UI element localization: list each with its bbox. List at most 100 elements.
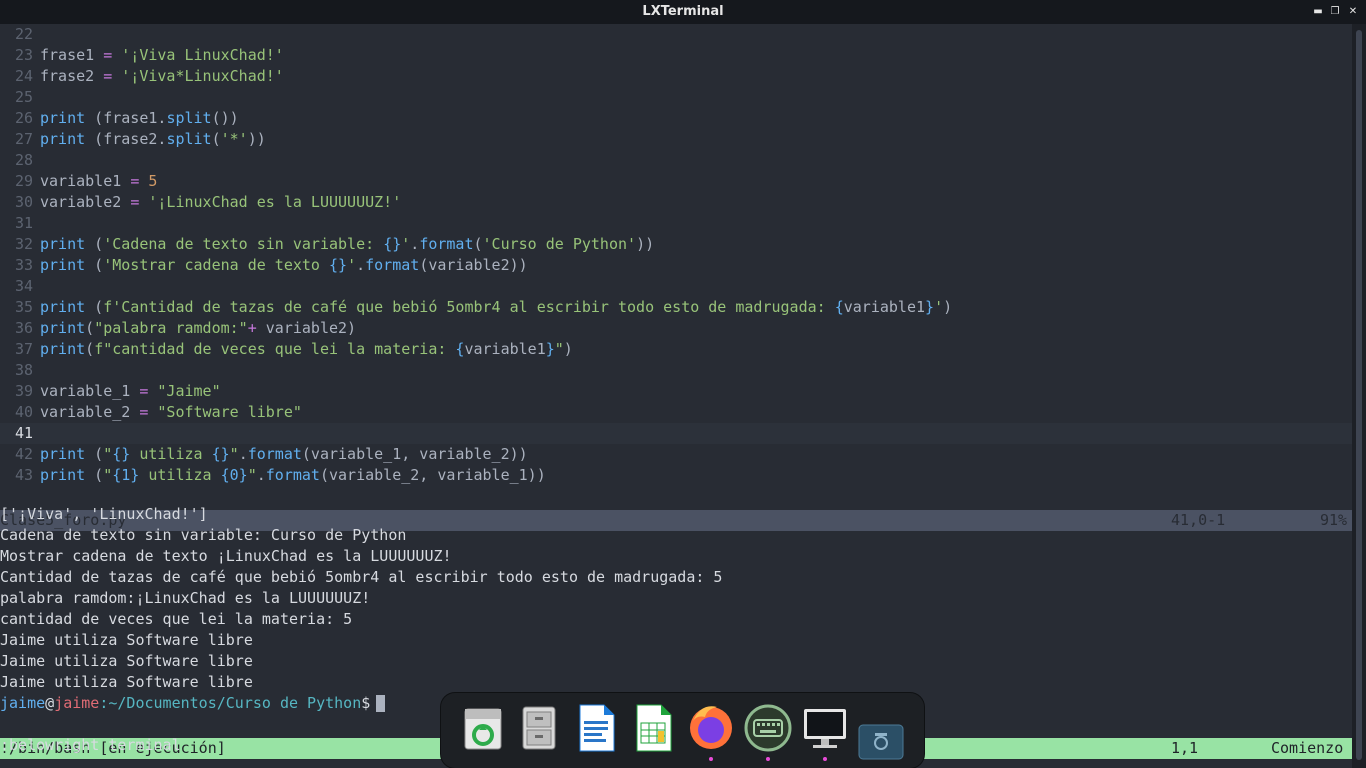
- application-dock: [441, 693, 924, 768]
- code-line[interactable]: 41: [0, 423, 1352, 444]
- prompt-symbol: $: [361, 694, 371, 712]
- code-token: print: [40, 298, 86, 316]
- code-line[interactable]: 28: [0, 150, 40, 171]
- prompt-path: :~/Documentos/Curso de Python: [99, 694, 362, 712]
- monitor-icon[interactable]: [801, 703, 849, 761]
- shell-prompt-line[interactable]: jaime@jaime:~/Documentos/Curso de Python…: [0, 693, 386, 714]
- output-line: Jaime utiliza Software libre: [0, 652, 253, 670]
- scrollbar-thumb[interactable]: [1356, 30, 1362, 760]
- keyboard-icon[interactable]: [744, 703, 792, 761]
- code-line[interactable]: 27 print (frase2.split('*')): [0, 129, 266, 150]
- code-token: variable_1: [40, 382, 140, 400]
- code-token: 'Cadena de texto sin variable:: [103, 235, 384, 253]
- code-token: (variable2)): [419, 256, 528, 274]
- code-line[interactable]: 39 variable_1 = "Jaime": [0, 381, 221, 402]
- code-line[interactable]: 43 print ("{1} utiliza {0}".format(variab…: [0, 465, 546, 486]
- code-token: ()): [211, 109, 239, 127]
- code-token: }: [925, 298, 935, 316]
- firefox-icon[interactable]: [687, 703, 735, 761]
- code-token: print: [40, 319, 86, 337]
- code-token: utiliza: [139, 466, 221, 484]
- line-number: 22: [14, 25, 33, 43]
- code-token: format: [365, 256, 420, 274]
- code-line[interactable]: 29 variable1 = 5: [0, 171, 157, 192]
- code-token: ": [103, 445, 113, 463]
- code-token: split: [166, 130, 212, 148]
- code-line[interactable]: 31: [0, 213, 40, 234]
- output-line: Mostrar cadena de texto ¡LinuxChad es la…: [0, 547, 452, 565]
- code-line[interactable]: 32 print ('Cadena de texto sin variable: …: [0, 234, 654, 255]
- line-number: 43: [14, 466, 33, 484]
- code-token: (variable_2, variable_1)): [319, 466, 546, 484]
- trash-icon[interactable]: [461, 703, 509, 755]
- code-token: 'Curso de Python': [482, 235, 637, 253]
- code-token: print: [40, 466, 86, 484]
- line-number: 26: [14, 109, 33, 127]
- code-token: ": [554, 340, 564, 358]
- code-line[interactable]: 26 print (frase1.split()): [0, 108, 239, 129]
- code-line[interactable]: 24 frase2 = '¡Viva*LinuxChad!': [0, 66, 284, 87]
- line-number: 41: [14, 424, 33, 442]
- calc-spreadsheet-icon[interactable]: [631, 703, 679, 755]
- writer-document-icon[interactable]: [574, 703, 622, 755]
- code-line[interactable]: 40 variable_2 = "Software libre": [0, 402, 302, 423]
- output-line: ['¡Viva', 'LinuxChad!']: [0, 505, 208, 523]
- code-token: =: [130, 172, 140, 190]
- code-line[interactable]: 36 print("palabra ramdom:"+ variable2): [0, 318, 356, 339]
- code-token: '¡LinuxChad es la LUUUUUUZ!': [148, 193, 402, 211]
- code-token: {}: [112, 445, 131, 463]
- line-number: 34: [14, 277, 33, 295]
- code-token: ): [943, 298, 953, 316]
- code-line[interactable]: 23 frase1 = '¡Viva LinuxChad!': [0, 45, 284, 66]
- code-token: 5: [148, 172, 158, 190]
- code-token: "Software libre": [157, 403, 302, 421]
- code-token: (frase2.: [85, 130, 167, 148]
- code-token: {}: [211, 445, 230, 463]
- close-icon[interactable]: ✕: [1346, 5, 1360, 19]
- line-number: 36: [14, 319, 33, 337]
- code-line[interactable]: 38: [0, 360, 40, 381]
- vim-command-line[interactable]: :belowright terminal: [0, 735, 181, 756]
- code-token: {}: [329, 256, 348, 274]
- scrollbar[interactable]: [1352, 24, 1366, 768]
- line-number: 23: [14, 46, 33, 64]
- code-token: "Jaime": [157, 382, 221, 400]
- code-token: {1}: [112, 466, 140, 484]
- code-token: {0}: [220, 466, 248, 484]
- code-token: (: [85, 256, 104, 274]
- code-token: ": [247, 466, 257, 484]
- code-token: .: [256, 466, 266, 484]
- code-token: {: [834, 298, 844, 316]
- code-line[interactable]: 22: [0, 24, 40, 45]
- code-token: print: [40, 235, 86, 253]
- code-token: '¡Viva*LinuxChad!': [121, 67, 284, 85]
- code-line[interactable]: 25: [0, 87, 40, 108]
- code-token: variable2): [256, 319, 357, 337]
- code-line[interactable]: 42 print ("{} utiliza {}".format(variable…: [0, 444, 528, 465]
- code-token: (: [85, 235, 104, 253]
- code-token: .: [356, 256, 366, 274]
- screenshot-icon[interactable]: [857, 711, 905, 763]
- line-number: 40: [14, 403, 33, 421]
- minimize-icon[interactable]: ▬: [1311, 5, 1325, 19]
- maximize-icon[interactable]: ❐: [1328, 5, 1342, 19]
- terminal-area[interactable]: 22 23 frase1 = '¡Viva LinuxChad!' 24 frase2 …: [0, 24, 1352, 768]
- file-cabinet-icon[interactable]: [517, 703, 565, 755]
- window-titlebar[interactable]: LXTerminal ▬ ❐ ✕: [0, 0, 1366, 24]
- keyboard-running-indicator: [766, 757, 770, 761]
- line-number: 30: [14, 193, 33, 211]
- line-number: 32: [14, 235, 33, 253]
- line-number: 42: [14, 445, 33, 463]
- code-line[interactable]: 34: [0, 276, 40, 297]
- code-token: +: [247, 319, 257, 337]
- code-token: "palabra ramdom:": [94, 319, 248, 337]
- editor-cursor-position: 41,0-1: [1171, 511, 1226, 529]
- line-number: 37: [14, 340, 33, 358]
- line-number: 31: [14, 214, 33, 232]
- code-line[interactable]: 30 variable2 = '¡LinuxChad es la LUUUUUUZ…: [0, 192, 401, 213]
- code-line[interactable]: 37 print(f"cantidad de veces que lei la m…: [0, 339, 573, 360]
- code-token: (: [211, 130, 221, 148]
- code-line[interactable]: 33 print ('Mostrar cadena de texto {}'.fo…: [0, 255, 528, 276]
- code-line[interactable]: 35 print (f'Cantidad de tazas de café que…: [0, 297, 952, 318]
